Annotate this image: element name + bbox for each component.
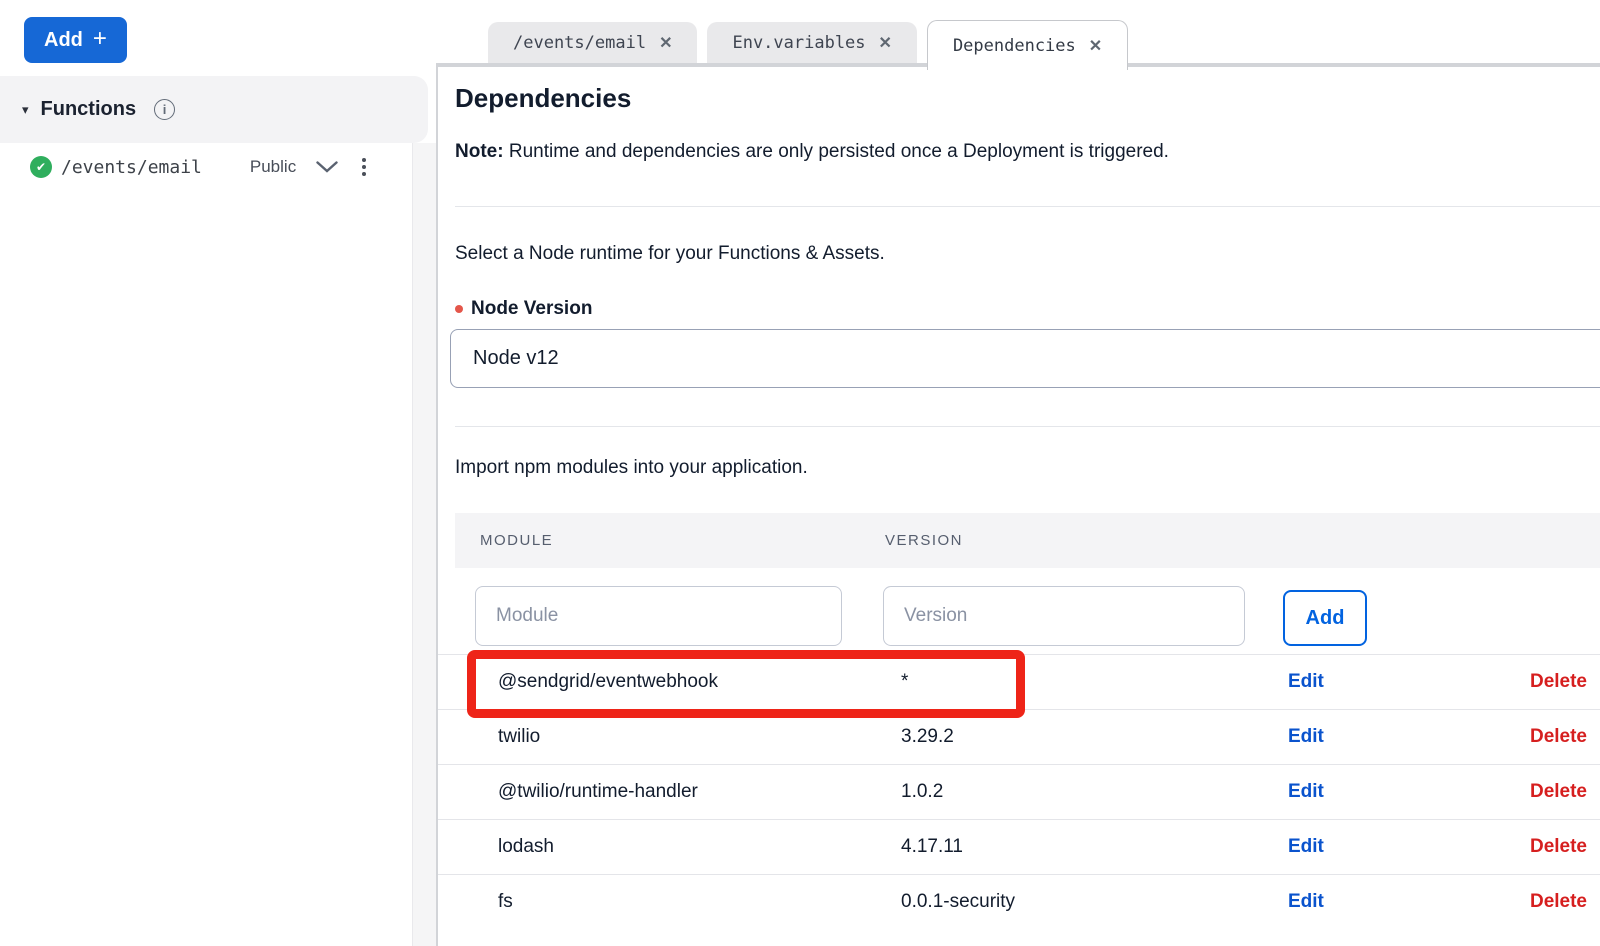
dependencies-table-header: MODULE VERSION [455, 513, 1600, 568]
note-label: Note: [455, 141, 504, 162]
editor-tab-bar: /events/email ✕ Env.variables ✕ Dependen… [488, 20, 1128, 70]
module-column-header: MODULE [480, 532, 885, 549]
node-version-label: Node Version [455, 298, 592, 320]
version-input[interactable] [883, 586, 1245, 646]
delete-link[interactable]: Delete [1530, 781, 1587, 803]
page-title: Dependencies [455, 83, 631, 114]
dependency-module-name: fs [498, 891, 901, 913]
version-column-header: VERSION [885, 532, 963, 549]
edit-link[interactable]: Edit [1288, 836, 1324, 858]
chevron-down-icon[interactable] [316, 161, 338, 173]
plus-icon: + [93, 27, 107, 51]
function-list-item[interactable]: ✔ /events/email Public [0, 143, 410, 191]
dependency-version: * [901, 671, 1221, 693]
edit-link[interactable]: Edit [1288, 726, 1324, 748]
add-function-button[interactable]: Add + [24, 17, 127, 63]
dependency-module-name: @sendgrid/eventwebhook [498, 671, 901, 693]
add-dependency-button[interactable]: Add [1283, 590, 1367, 646]
dependencies-panel: Dependencies Note: Runtime and dependenc… [436, 63, 1600, 946]
sidebar: Add + ▾ Functions i ✔ /events/email Publ… [0, 0, 412, 946]
delete-link[interactable]: Delete [1530, 891, 1587, 913]
node-version-value: Node v12 [473, 347, 559, 370]
dependency-module-name: twilio [498, 726, 901, 748]
add-function-label: Add [44, 29, 83, 52]
dependency-version: 3.29.2 [901, 726, 1221, 748]
delete-link[interactable]: Delete [1530, 671, 1587, 693]
dependency-row: @sendgrid/eventwebhook * Edit Delete [438, 654, 1600, 709]
dependencies-table-body: @sendgrid/eventwebhook * Edit Delete twi… [438, 654, 1600, 929]
dependency-module-name: lodash [498, 836, 901, 858]
close-tab-icon[interactable]: ✕ [879, 33, 892, 53]
tab-label: Dependencies [953, 36, 1076, 56]
tab-label: Env.variables [732, 33, 865, 53]
edit-link[interactable]: Edit [1288, 671, 1324, 693]
dependency-module-name: @twilio/runtime-handler [498, 781, 901, 803]
dependency-version: 0.0.1-security [901, 891, 1221, 913]
editor-tab[interactable]: /events/email ✕ [488, 22, 697, 63]
delete-link[interactable]: Delete [1530, 836, 1587, 858]
dependency-version: 4.17.11 [901, 836, 1221, 858]
runtime-intro-text: Select a Node runtime for your Functions… [455, 243, 885, 265]
divider [455, 426, 1600, 427]
functions-section-header[interactable]: ▾ Functions i [0, 76, 428, 143]
note-text: Note: Runtime and dependencies are only … [455, 141, 1169, 163]
node-version-select[interactable]: Node v12 [450, 329, 1600, 388]
editor-tab[interactable]: Env.variables ✕ [707, 22, 916, 63]
editor-tab[interactable]: Dependencies ✕ [927, 20, 1128, 70]
collapse-caret-icon[interactable]: ▾ [22, 102, 29, 118]
functions-section-label: Functions [41, 98, 137, 121]
delete-link[interactable]: Delete [1530, 726, 1587, 748]
dependency-row: lodash 4.17.11 Edit Delete [438, 819, 1600, 874]
deployed-check-icon: ✔ [30, 156, 52, 178]
close-tab-icon[interactable]: ✕ [1089, 36, 1102, 56]
function-path: /events/email [61, 157, 202, 178]
edit-link[interactable]: Edit [1288, 781, 1324, 803]
close-tab-icon[interactable]: ✕ [659, 33, 672, 53]
dependency-row: fs 0.0.1-security Edit Delete [438, 874, 1600, 929]
required-indicator [455, 305, 463, 313]
module-input[interactable] [475, 586, 842, 646]
tab-label: /events/email [513, 33, 646, 53]
dependency-row: @twilio/runtime-handler 1.0.2 Edit Delet… [438, 764, 1600, 819]
kebab-menu-icon[interactable] [358, 154, 370, 180]
divider [455, 206, 1600, 207]
function-visibility-label: Public [250, 157, 296, 177]
edit-link[interactable]: Edit [1288, 891, 1324, 913]
sidebar-scrollbar-track [412, 143, 436, 946]
modules-intro-text: Import npm modules into your application… [455, 457, 808, 479]
dependency-version: 1.0.2 [901, 781, 1221, 803]
info-icon[interactable]: i [154, 99, 175, 120]
dependency-row: twilio 3.29.2 Edit Delete [438, 709, 1600, 764]
